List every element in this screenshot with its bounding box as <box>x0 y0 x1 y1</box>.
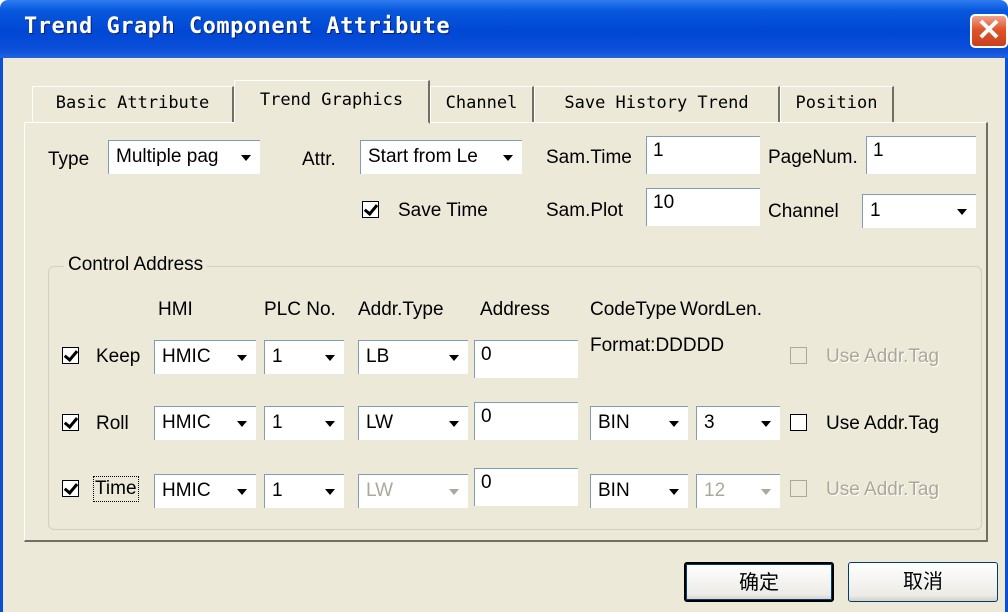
chevron-down-icon[interactable] <box>440 475 468 508</box>
chevron-down-icon[interactable] <box>440 407 468 440</box>
chevron-down-icon[interactable] <box>228 341 256 374</box>
roll-hmi-dropdown[interactable]: HMIC <box>154 406 256 440</box>
chevron-down-icon[interactable] <box>494 141 522 174</box>
sam-time-label: Sam.Time <box>546 147 632 168</box>
keep-plc-dropdown[interactable]: 1 <box>264 340 344 374</box>
time-use-addr-tag-label: Use Addr.Tag <box>826 479 940 500</box>
chevron-down-icon[interactable] <box>232 141 260 174</box>
chevron-down-icon[interactable] <box>316 341 344 374</box>
ok-button[interactable]: 确定 <box>684 562 834 602</box>
attr-dropdown[interactable]: Start from Le <box>360 140 522 174</box>
keep-label: Keep <box>96 346 141 367</box>
roll-word-len-dropdown[interactable]: 3 <box>696 406 780 440</box>
channel-dropdown[interactable]: 1 <box>862 194 976 228</box>
code-type-header: CodeType <box>590 299 677 320</box>
window-title: Trend Graph Component Attribute <box>24 14 451 39</box>
chevron-down-icon[interactable] <box>752 407 780 440</box>
time-address-input[interactable]: 0 <box>474 468 578 506</box>
chevron-down-icon[interactable] <box>948 195 976 228</box>
roll-address-input[interactable]: 0 <box>474 402 578 440</box>
page-num-input[interactable]: 1 <box>866 136 976 174</box>
close-button[interactable]: ✕ <box>970 14 1008 48</box>
chevron-down-icon[interactable] <box>660 407 688 440</box>
sam-plot-label: Sam.Plot <box>546 200 624 221</box>
roll-plc-dropdown[interactable]: 1 <box>264 406 344 440</box>
time-label: Time <box>93 476 139 502</box>
tab-position[interactable]: Position <box>780 86 894 122</box>
attr-label: Attr. <box>302 149 336 170</box>
chevron-down-icon[interactable] <box>440 341 468 374</box>
chevron-down-icon[interactable] <box>316 407 344 440</box>
hmi-header: HMI <box>158 299 193 320</box>
tab-trend-graphics[interactable]: Trend Graphics <box>234 80 430 124</box>
tab-channel[interactable]: Channel <box>430 86 534 122</box>
chevron-down-icon[interactable] <box>228 475 256 508</box>
chevron-down-icon[interactable] <box>660 475 688 508</box>
addr-type-header: Addr.Type <box>358 299 444 320</box>
keep-address-input[interactable]: 0 <box>474 340 578 378</box>
sam-plot-input[interactable]: 10 <box>646 188 760 226</box>
save-time-checkbox[interactable] <box>362 201 379 218</box>
time-checkbox[interactable] <box>62 480 79 497</box>
title-bar[interactable]: Trend Graph Component Attribute ✕ <box>0 0 1008 58</box>
time-word-len-dropdown[interactable]: 12 <box>696 474 780 508</box>
chevron-down-icon[interactable] <box>752 475 780 508</box>
roll-use-addr-tag-checkbox[interactable] <box>790 414 807 431</box>
plc-no-header: PLC No. <box>264 299 336 320</box>
time-code-type-dropdown[interactable]: BIN <box>590 474 688 508</box>
keep-addr-type-dropdown[interactable]: LB <box>358 340 468 374</box>
save-time-label: Save Time <box>398 200 488 221</box>
keep-checkbox[interactable] <box>62 347 79 364</box>
sam-time-input[interactable]: 1 <box>646 136 760 174</box>
time-addr-type-dropdown[interactable]: LW <box>358 474 468 508</box>
roll-label: Roll <box>96 413 129 434</box>
roll-code-type-dropdown[interactable]: BIN <box>590 406 688 440</box>
page-num-label: PageNum. <box>768 147 858 168</box>
tab-basic-attribute[interactable]: Basic Attribute <box>32 86 234 122</box>
keep-use-addr-tag-label: Use Addr.Tag <box>826 346 940 367</box>
close-icon: ✕ <box>976 14 1002 47</box>
format-text: Format:DDDDD <box>590 335 725 356</box>
type-dropdown[interactable]: Multiple pag <box>108 140 260 174</box>
tab-save-history-trend[interactable]: Save History Trend <box>534 86 780 122</box>
control-address-label: Control Address <box>64 253 208 277</box>
time-use-addr-tag-checkbox[interactable] <box>790 480 807 497</box>
roll-use-addr-tag-label: Use Addr.Tag <box>826 413 940 434</box>
roll-checkbox[interactable] <box>62 414 79 431</box>
channel-label: Channel <box>768 201 839 222</box>
roll-addr-type-dropdown[interactable]: LW <box>358 406 468 440</box>
time-hmi-dropdown[interactable]: HMIC <box>154 474 256 508</box>
cancel-button[interactable]: 取消 <box>848 562 998 602</box>
keep-hmi-dropdown[interactable]: HMIC <box>154 340 256 374</box>
chevron-down-icon[interactable] <box>316 475 344 508</box>
keep-use-addr-tag-checkbox[interactable] <box>790 347 807 364</box>
address-header: Address <box>480 299 550 320</box>
type-label: Type <box>48 149 90 170</box>
chevron-down-icon[interactable] <box>228 407 256 440</box>
time-plc-dropdown[interactable]: 1 <box>264 474 344 508</box>
word-len-header: WordLen. <box>680 299 763 320</box>
